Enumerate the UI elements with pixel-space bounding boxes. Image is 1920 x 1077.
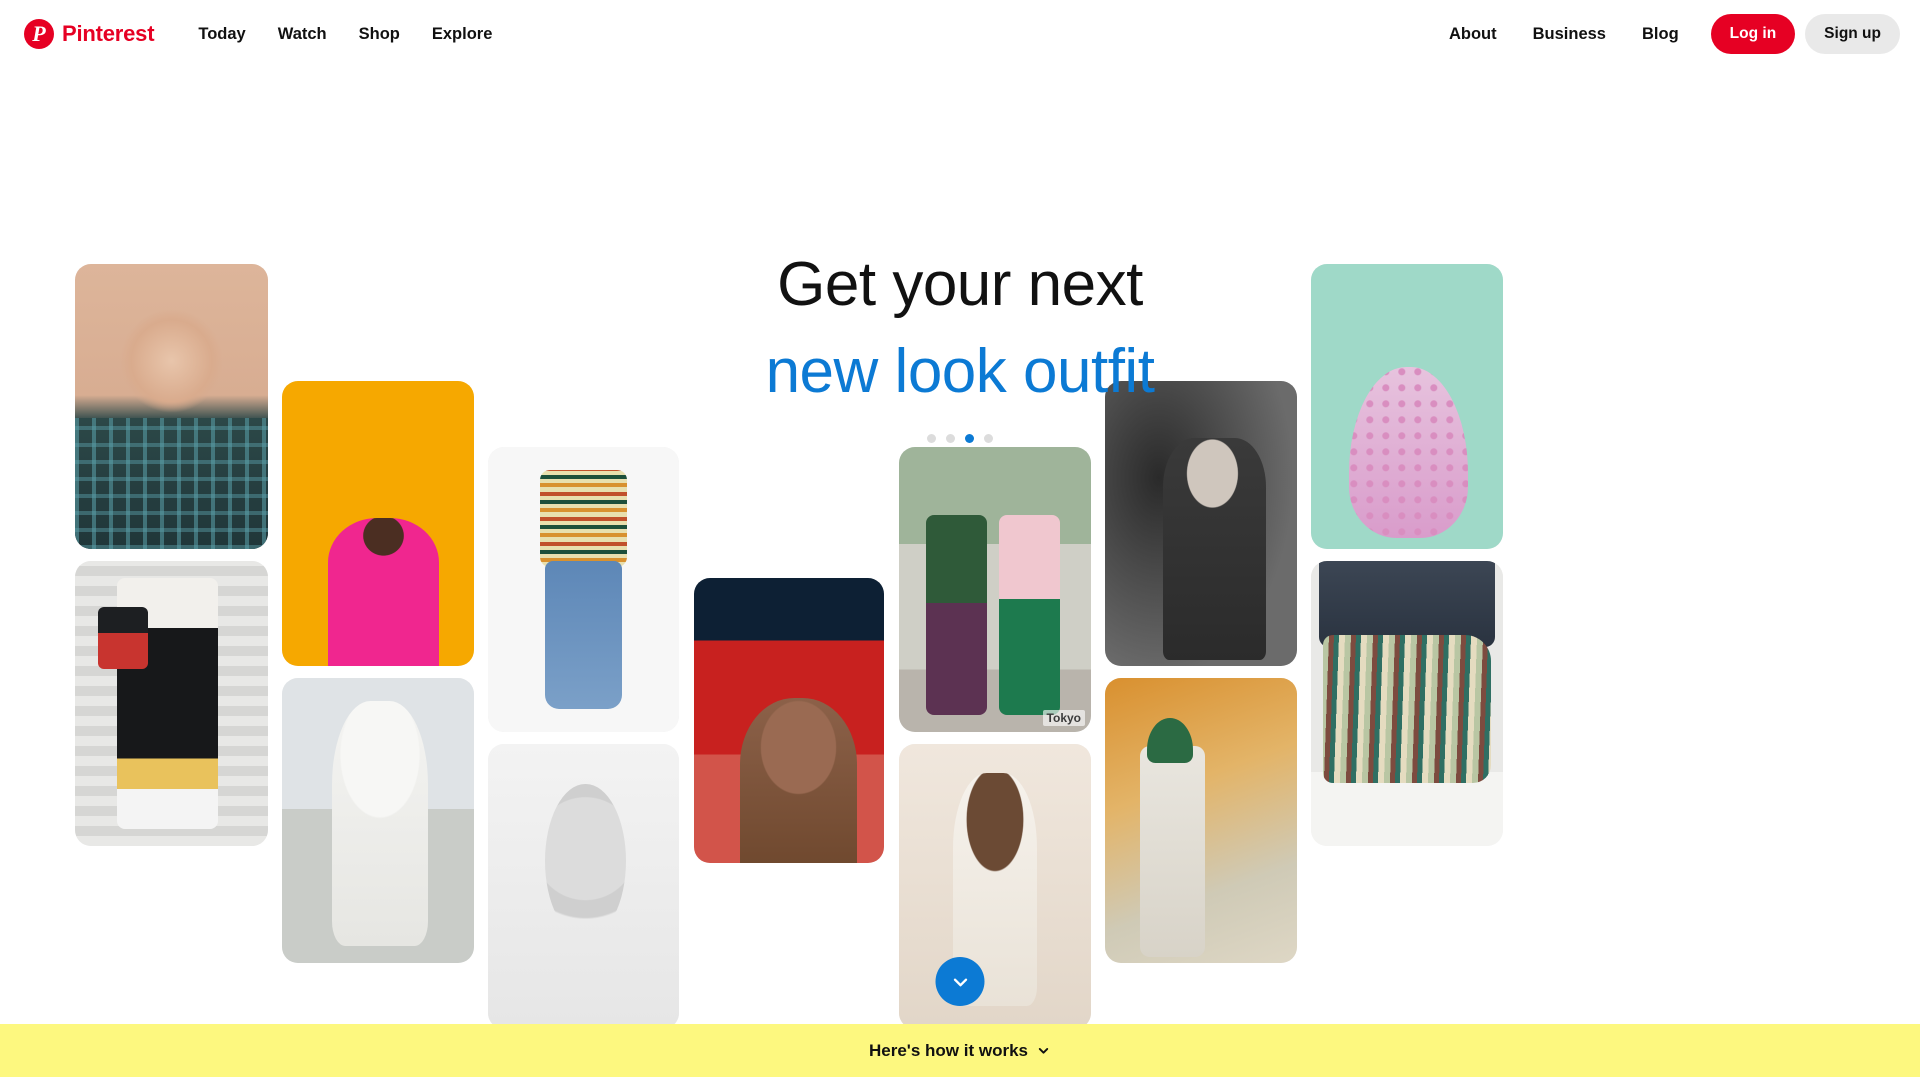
- carousel-dot-3[interactable]: [965, 434, 974, 444]
- card-mint-floral-dress[interactable]: [1311, 264, 1503, 549]
- carousel-dot-1[interactable]: [927, 434, 936, 444]
- card-cream-neckline[interactable]: [899, 744, 1091, 1029]
- carousel-dot-2[interactable]: [946, 434, 955, 444]
- pinterest-p-icon: P: [24, 19, 54, 49]
- how-it-works-label: Here's how it works: [869, 1040, 1028, 1060]
- card-red-drape-earring[interactable]: [694, 578, 884, 863]
- card-tokyo-street-style[interactable]: Tokyo: [899, 447, 1091, 732]
- primary-nav: P Pinterest Today Watch Shop Explore: [0, 17, 508, 52]
- image-watermark: Tokyo: [1042, 710, 1085, 726]
- carousel-indicator: [0, 434, 1920, 444]
- brand-wordmark: Pinterest: [62, 21, 155, 46]
- pin-image: [282, 678, 474, 963]
- card-white-hijab[interactable]: [282, 678, 474, 963]
- pin-image: [488, 744, 679, 1029]
- signup-button[interactable]: Sign up: [1805, 14, 1900, 54]
- carousel-dot-4[interactable]: [984, 434, 993, 444]
- nav-explore[interactable]: Explore: [416, 17, 509, 52]
- pin-image: [899, 744, 1091, 1029]
- pin-image: [1105, 678, 1297, 963]
- pin-image: [75, 561, 268, 846]
- card-streetwear-sneakers[interactable]: [75, 561, 268, 846]
- scroll-down-button[interactable]: [935, 957, 985, 1006]
- pin-image: [1311, 264, 1503, 549]
- card-portrait-plaid-coat[interactable]: [75, 264, 268, 549]
- login-button[interactable]: Log in: [1710, 14, 1796, 54]
- nav-business[interactable]: Business: [1517, 17, 1622, 52]
- pin-image: [899, 447, 1091, 732]
- nav-watch[interactable]: Watch: [262, 17, 343, 52]
- card-autumn-couple[interactable]: [1105, 678, 1297, 963]
- pin-image: [1105, 381, 1297, 666]
- site-header: P Pinterest Today Watch Shop Explore Abo…: [0, 0, 1920, 68]
- pin-image: [694, 578, 884, 863]
- card-bw-portrait[interactable]: [1105, 381, 1297, 666]
- nav-today[interactable]: Today: [182, 17, 261, 52]
- how-it-works-bar[interactable]: Here's how it works: [0, 1024, 1920, 1077]
- pin-image: [1311, 561, 1503, 846]
- card-yellow-pink-sweater[interactable]: [282, 381, 474, 666]
- nav-blog[interactable]: Blog: [1626, 17, 1695, 52]
- nav-shop[interactable]: Shop: [343, 17, 416, 52]
- pinterest-logo[interactable]: P Pinterest: [24, 19, 155, 49]
- card-patterned-sneaker[interactable]: [1311, 561, 1503, 846]
- chevron-down-icon: [953, 978, 967, 986]
- secondary-nav: About Business Blog Log in Sign up: [1433, 14, 1920, 54]
- card-striped-tee-jeans[interactable]: [488, 447, 679, 732]
- chevron-down-icon: [1038, 1048, 1049, 1054]
- pin-image: [75, 264, 268, 549]
- pin-image: [488, 447, 679, 732]
- card-grey-curls[interactable]: [488, 744, 679, 1029]
- pin-image: [282, 381, 474, 666]
- masonry-image-grid: Tokyo: [0, 0, 1920, 1045]
- nav-about[interactable]: About: [1433, 17, 1513, 52]
